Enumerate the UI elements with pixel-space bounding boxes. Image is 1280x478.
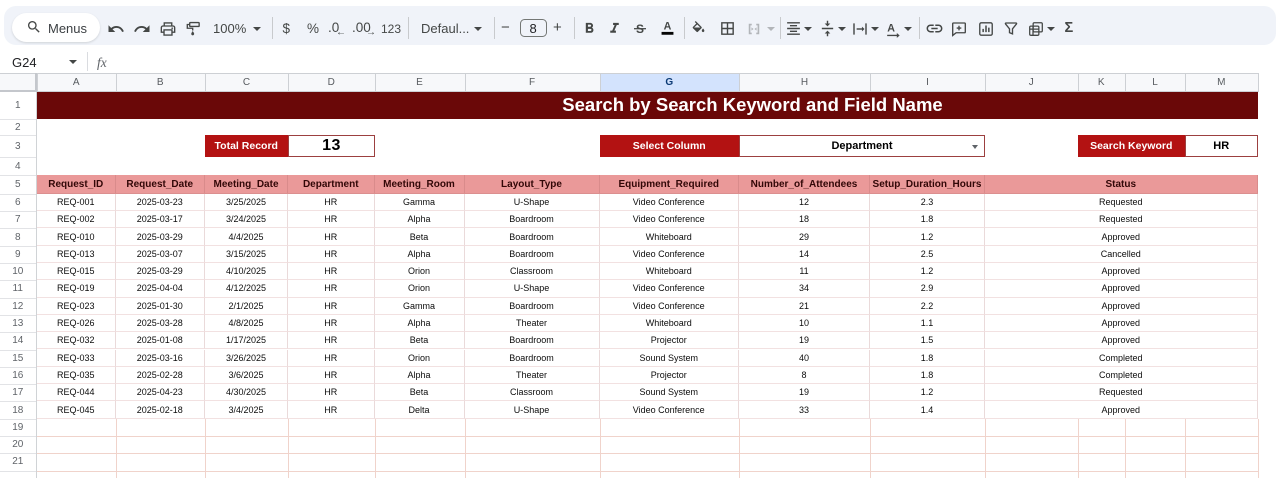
svg-text:A: A: [663, 21, 671, 33]
svg-text:A: A: [887, 22, 895, 34]
